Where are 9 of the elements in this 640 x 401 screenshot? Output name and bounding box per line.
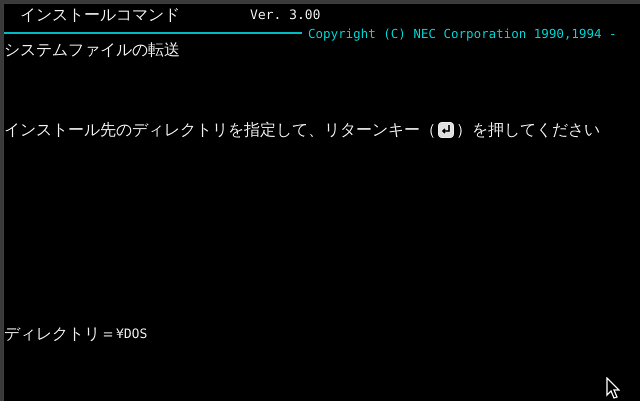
instruction-text: インストール先のディレクトリを指定して、リターンキー（: [4, 120, 436, 140]
section-title: システムファイルの転送: [4, 40, 180, 60]
version-label: Ver. 3.00: [250, 8, 320, 22]
return-key-icon: [438, 122, 454, 138]
directory-label: ディレクトリ＝: [4, 324, 116, 344]
copyright-text: Copyright (C) NEC Corporation 1990,1994 -: [308, 26, 617, 40]
instruction-text: ）を押してください: [456, 120, 600, 140]
directory-value[interactable]: ¥DOS: [116, 326, 148, 342]
program-title: インストールコマンド: [20, 4, 181, 26]
